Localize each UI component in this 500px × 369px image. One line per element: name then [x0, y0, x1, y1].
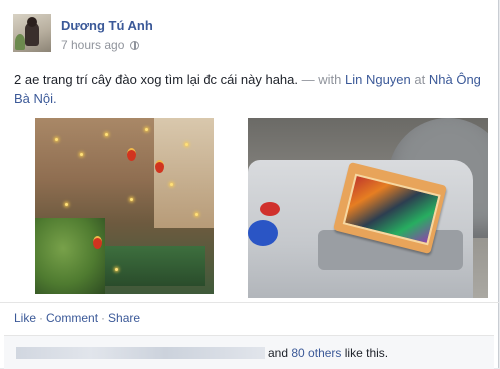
- fairy-light: [170, 183, 173, 186]
- fairy-light: [115, 268, 118, 271]
- avatar-head: [27, 17, 37, 27]
- lantern-decoration: [155, 160, 164, 173]
- photo-game-console[interactable]: [248, 118, 488, 298]
- status-separator: —: [301, 72, 315, 87]
- photo-peach-blossom-tree[interactable]: [35, 118, 214, 294]
- likes-suffix: like this.: [344, 346, 389, 360]
- fairy-light: [65, 203, 68, 206]
- fairy-light: [130, 198, 133, 201]
- likes-and: and: [268, 346, 289, 360]
- photo2-cartridge-label: [342, 173, 441, 246]
- photo1-leaves: [35, 218, 105, 294]
- photo2-red-button: [260, 202, 280, 216]
- tagged-person-link[interactable]: Lin Nguyen: [345, 72, 411, 87]
- photo2-blue-button: [248, 220, 278, 246]
- likes-summary: and 80 others like this.: [4, 335, 494, 369]
- fairy-light: [185, 143, 188, 146]
- lantern-decoration: [127, 148, 136, 161]
- action-separator: ·: [39, 311, 44, 325]
- status-at-label: at: [414, 72, 426, 87]
- post-actions: Like · Comment · Share: [14, 311, 140, 325]
- likes-others-link[interactable]: 80 others: [291, 346, 341, 360]
- status-text: 2 ae trang trí cây đào xog tìm lại đc cá…: [14, 72, 298, 87]
- like-link[interactable]: Like: [14, 311, 36, 325]
- fairy-light: [105, 133, 108, 136]
- post-timestamp-row: 7 hours ago: [61, 38, 140, 52]
- globe-icon[interactable]: [130, 40, 140, 50]
- author-name[interactable]: Dương Tú Anh: [61, 18, 153, 33]
- divider: [0, 302, 499, 303]
- fairy-light: [55, 138, 58, 141]
- author-avatar[interactable]: [13, 14, 51, 52]
- share-link[interactable]: Share: [108, 311, 140, 325]
- status-with-label: with: [318, 72, 342, 87]
- photo1-wall: [154, 118, 214, 228]
- likes-text: and 80 others like this.: [268, 346, 388, 360]
- fairy-light: [195, 213, 198, 216]
- post-timestamp[interactable]: 7 hours ago: [61, 38, 124, 52]
- avatar-plant: [15, 34, 25, 50]
- likers-names-blurred: [16, 347, 265, 359]
- lantern-decoration: [93, 236, 102, 249]
- action-separator: ·: [101, 311, 106, 325]
- fairy-light: [145, 128, 148, 131]
- post-status: 2 ae trang trí cây đào xog tìm lại đc cá…: [14, 70, 484, 108]
- fairy-light: [80, 153, 83, 156]
- facebook-post: Dương Tú Anh 7 hours ago 2 ae trang trí …: [0, 0, 499, 369]
- comment-link[interactable]: Comment: [46, 311, 98, 325]
